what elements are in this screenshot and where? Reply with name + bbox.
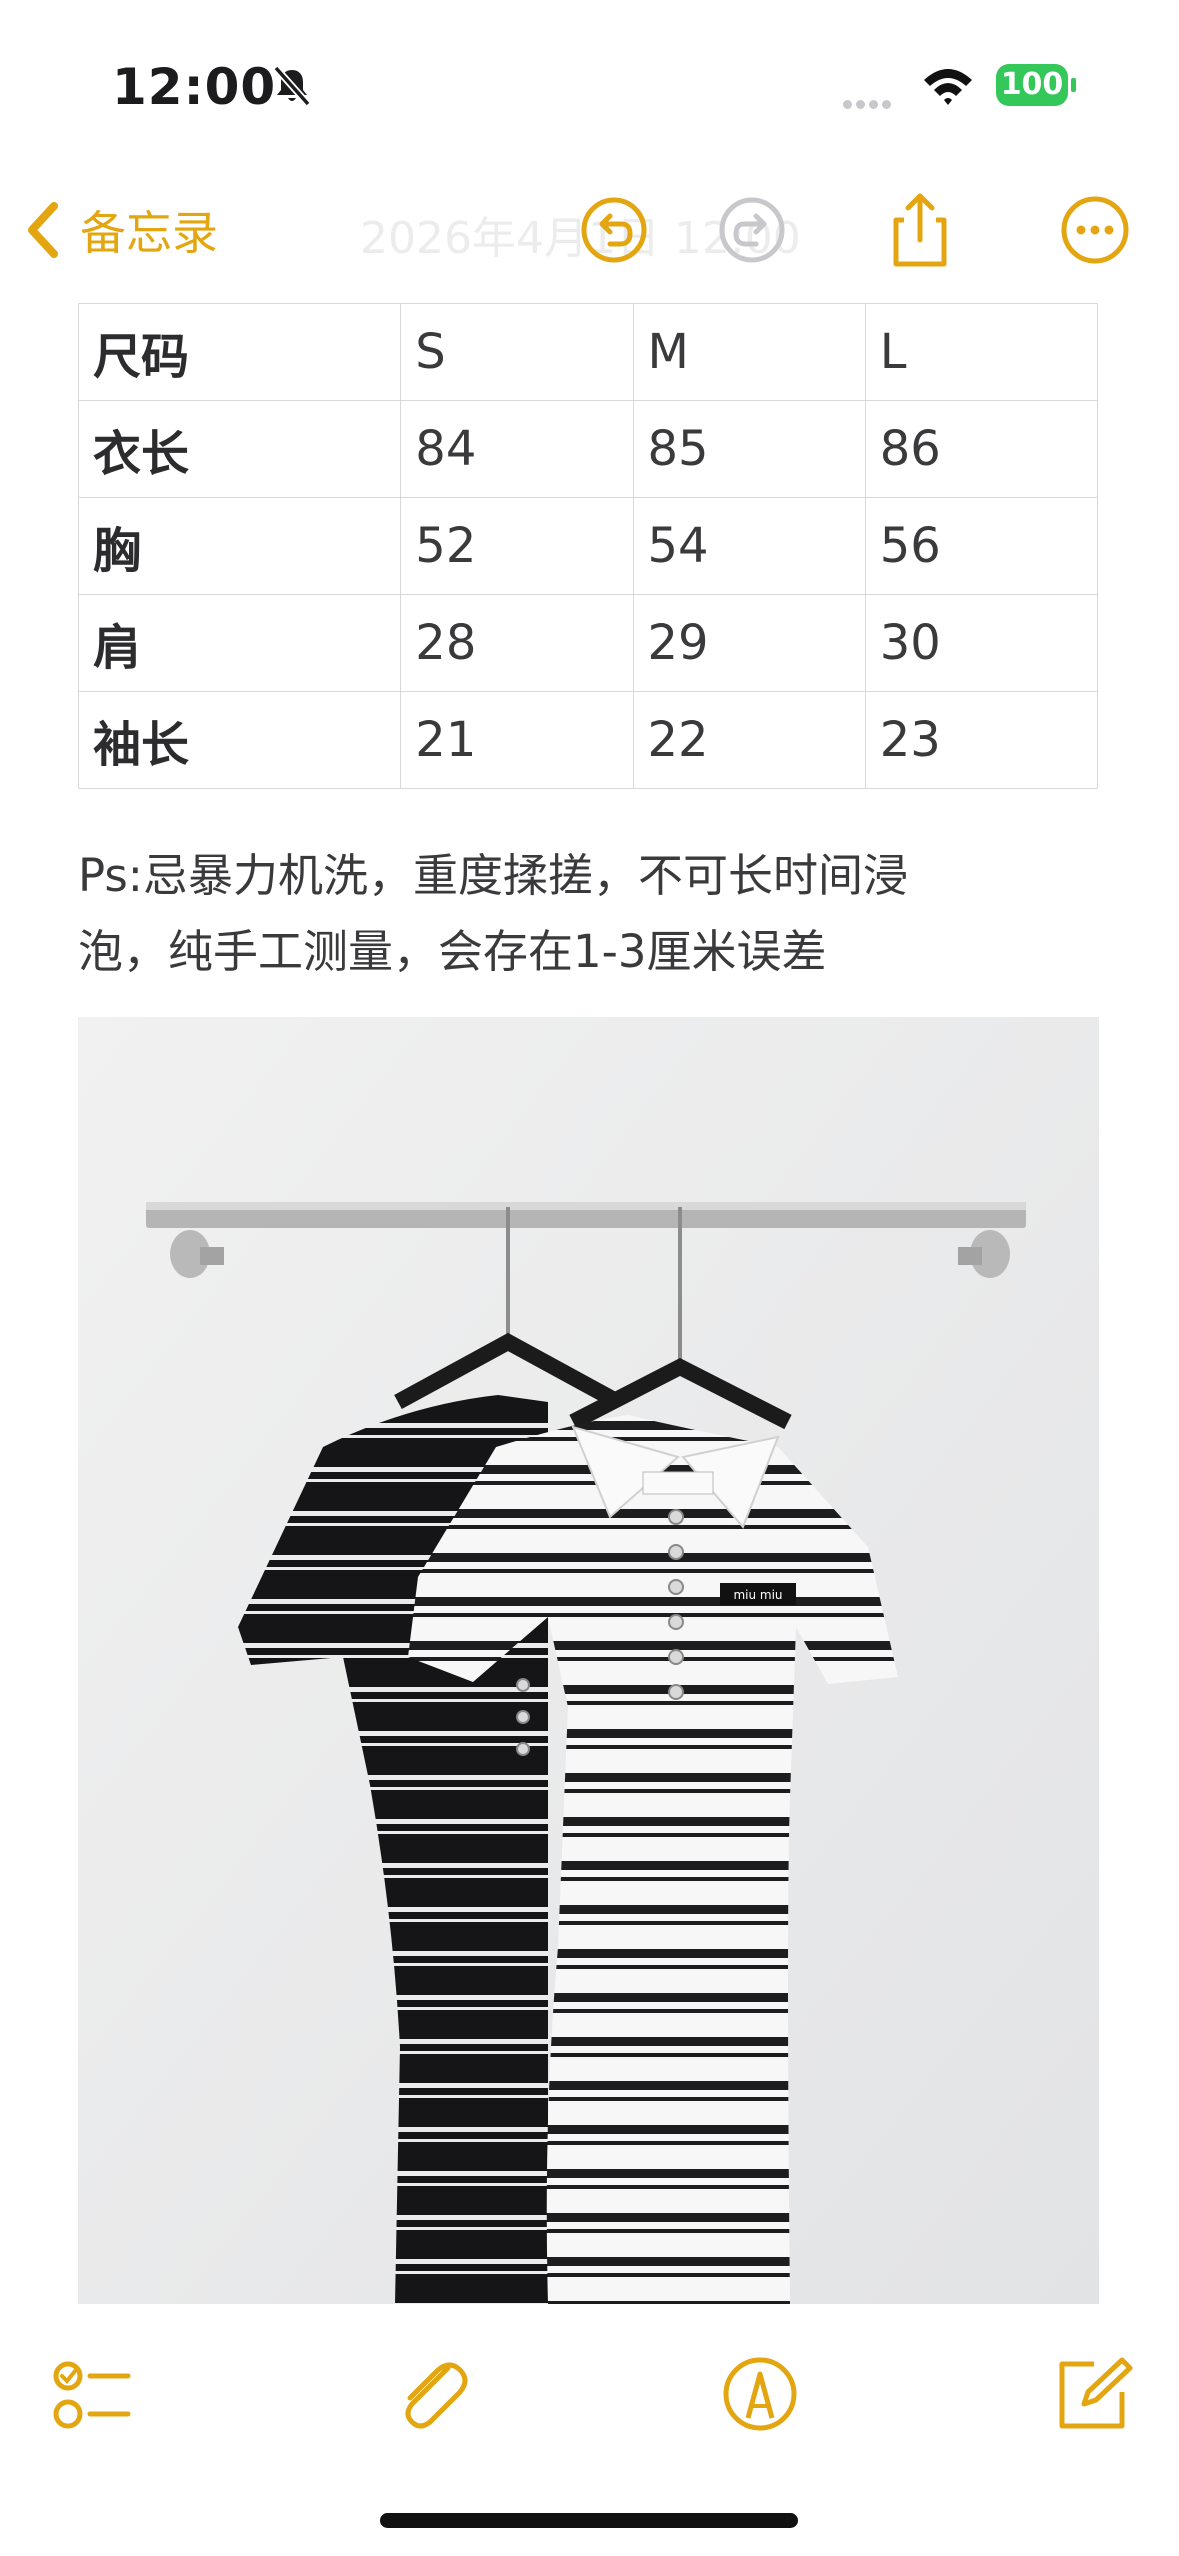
table-cell: 85 [632, 400, 866, 498]
bell-slash-icon [273, 65, 311, 107]
table-header-cell: 尺码 [77, 303, 402, 401]
more-icon[interactable] [1055, 190, 1135, 270]
table-row: 肩 28 29 30 [77, 594, 1099, 692]
table-cell: 22 [632, 691, 866, 789]
table-cell: 袖长 [77, 691, 402, 789]
table-cell: 30 [864, 594, 1099, 692]
undo-icon[interactable] [574, 190, 654, 270]
brand-patch: miu miu [733, 1588, 782, 1602]
battery-icon: 100 [996, 64, 1076, 110]
back-label: 备忘录 [80, 206, 218, 260]
table-header-cell: L [864, 303, 1099, 401]
wifi-icon [924, 69, 972, 105]
table-cell: 29 [632, 594, 866, 692]
product-photo[interactable]: miu miu [78, 1017, 1099, 2304]
table-cell: 21 [400, 691, 634, 789]
redo-icon[interactable] [712, 190, 792, 270]
table-cell: 23 [864, 691, 1099, 789]
status-time: 12:00 [112, 58, 277, 116]
markup-icon[interactable] [718, 2352, 802, 2436]
table-cell: 胸 [77, 497, 402, 595]
table-cell: 54 [632, 497, 866, 595]
status-bar: 12:00 100 [0, 0, 1179, 170]
table-header-row: 尺码 S M L [77, 303, 1099, 401]
note-line: Ps:忌暴力机洗，重度揉搓，不可长时间浸 [78, 849, 908, 902]
table-cell: 52 [400, 497, 634, 595]
home-indicator[interactable] [380, 2513, 798, 2528]
bottom-toolbar [0, 2310, 1179, 2470]
table-cell: 86 [864, 400, 1099, 498]
table-cell: 衣长 [77, 400, 402, 498]
chevron-left-icon [28, 202, 58, 258]
note-line: 泡，纯手工测量，会存在1-3厘米误差 [78, 925, 827, 978]
table-cell: 56 [864, 497, 1099, 595]
table-row: 胸 52 54 56 [77, 497, 1099, 595]
table-row: 袖长 21 22 23 [77, 691, 1099, 789]
nav-bar: 备忘录 2026年4月1日 12:00 [0, 180, 1179, 280]
compose-icon[interactable] [1050, 2352, 1134, 2436]
note-text[interactable]: Ps:忌暴力机洗，重度揉搓，不可长时间浸 泡，纯手工测量，会存在1-3厘米误差 [78, 838, 1108, 990]
battery-level: 100 [996, 64, 1068, 106]
table-cell: 肩 [77, 594, 402, 692]
table-header-cell: S [400, 303, 634, 401]
table-cell: 84 [400, 400, 634, 498]
checklist-icon[interactable] [50, 2352, 134, 2436]
table-row: 衣长 84 85 86 [77, 400, 1099, 498]
share-icon[interactable] [880, 190, 960, 270]
back-button[interactable]: 备忘录 [22, 190, 218, 270]
size-table: 尺码 S M L 衣长 84 85 86 胸 52 54 56 肩 28 29 … [77, 303, 1099, 789]
signal-icon [843, 94, 895, 113]
table-cell: 28 [400, 594, 634, 692]
attachment-icon[interactable] [390, 2352, 474, 2436]
table-header-cell: M [632, 303, 866, 401]
